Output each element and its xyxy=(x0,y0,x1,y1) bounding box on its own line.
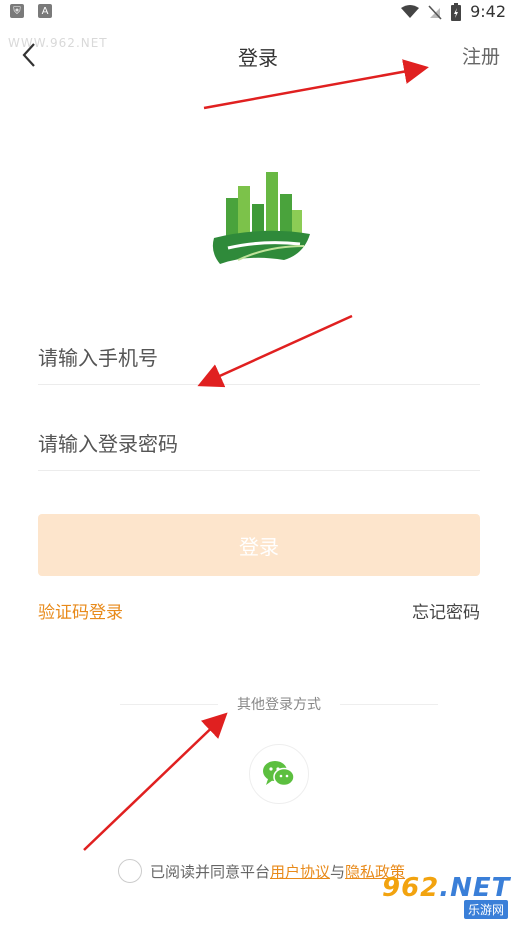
divider-line-right xyxy=(340,704,438,705)
watermark-main-suffix: .NET xyxy=(439,873,511,903)
status-bar: ⛨ A 9:42 xyxy=(0,0,516,26)
agreement-prefix: 已阅读并同意平台 xyxy=(150,862,271,881)
shield-icon: ⛨ xyxy=(10,4,24,18)
password-input[interactable] xyxy=(38,418,480,471)
phone-input[interactable] xyxy=(38,332,480,385)
no-signal-icon xyxy=(428,4,442,20)
agreement-checkbox[interactable] xyxy=(118,859,142,883)
login-button[interactable]: 登录 xyxy=(38,514,480,576)
watermark-logo: 962.NET 乐游网 xyxy=(376,873,512,921)
status-indicators: 9:42 xyxy=(401,2,506,21)
wechat-icon xyxy=(263,761,295,787)
watermark-sub: 乐游网 xyxy=(463,900,508,919)
forgot-password-link[interactable]: 忘记密码 xyxy=(412,598,480,623)
wechat-login-button[interactable] xyxy=(249,744,309,804)
user-agreement-link[interactable]: 用户协议 xyxy=(270,861,330,882)
status-time: 9:42 xyxy=(470,2,506,21)
wifi-icon xyxy=(401,4,420,18)
status-notifications: ⛨ A xyxy=(10,4,52,18)
watermark-main: 962.NET xyxy=(382,873,510,903)
watermark-main-prefix: 962 xyxy=(382,873,440,903)
code-login-link[interactable]: 验证码登录 xyxy=(38,598,123,623)
register-button[interactable]: 注册 xyxy=(462,42,500,69)
annotation-arrow-other-login xyxy=(83,712,228,851)
agreement-row: 已阅读并同意平台 用户协议 与 隐私政策 xyxy=(118,858,405,884)
agreement-conjunction: 与 xyxy=(330,862,346,881)
app-logo xyxy=(212,172,310,264)
other-login-divider: 其他登录方式 xyxy=(120,694,438,714)
nav-bar: 登录 注册 xyxy=(0,30,516,80)
battery-charging-icon xyxy=(451,2,462,21)
app-notification-icon: A xyxy=(38,4,52,18)
page-title: 登录 xyxy=(238,46,278,70)
